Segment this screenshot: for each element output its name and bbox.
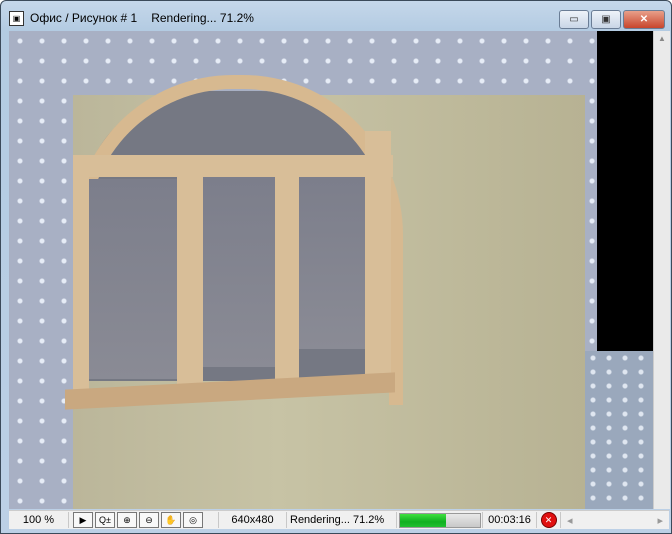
window-mullion	[275, 171, 299, 391]
pan-hand-icon[interactable]: ✋	[161, 512, 181, 528]
zoom-in-icon[interactable]: ⊕	[117, 512, 137, 528]
window-pane	[299, 177, 365, 349]
zoom-level: 100 %	[9, 512, 69, 528]
app-icon: ▣	[9, 10, 24, 26]
unrendered-area	[597, 31, 653, 351]
zoom-fit-icon[interactable]: Q±	[95, 512, 115, 528]
scroll-right-icon[interactable]: ▸	[657, 514, 663, 527]
window-pane	[203, 177, 275, 367]
window-transom	[73, 155, 393, 177]
scroll-up-icon[interactable]: ▲	[654, 31, 670, 47]
floor	[585, 351, 653, 509]
play-icon[interactable]: ▶	[73, 512, 93, 528]
window-pane	[89, 179, 177, 379]
zoom-out-icon[interactable]: ⊖	[139, 512, 159, 528]
title-bar: ▣ Офис / Рисунок # 1 Rendering... 71.2%	[9, 7, 254, 29]
window-title-status: Rendering... 71.2%	[151, 11, 254, 25]
window-frame-right	[365, 131, 391, 391]
window-frame-left	[73, 171, 89, 391]
window-title: Офис / Рисунок # 1	[30, 11, 138, 25]
minimize-button[interactable]: ▭	[559, 10, 589, 29]
vertical-scrollbar[interactable]: ▲	[653, 31, 670, 509]
zoom-window-icon[interactable]: ◎	[183, 512, 203, 528]
close-button[interactable]: ✕	[623, 10, 665, 29]
maximize-button[interactable]: ▣	[591, 10, 621, 29]
resolution: 640x480	[219, 512, 287, 528]
render-status: Rendering... 71.2%	[287, 512, 397, 528]
stop-render-button[interactable]: ✕	[540, 512, 557, 528]
render-progress-bar	[398, 512, 481, 528]
elapsed-time: 00:03:16	[483, 512, 537, 528]
window-mullion	[177, 171, 203, 391]
status-bar: 100 % ▶ Q± ⊕ ⊖ ✋ ◎ 640x480 Rendering... …	[9, 510, 669, 529]
horizontal-scrollbar[interactable]: ◂ ▸	[561, 512, 669, 528]
progress-fill	[399, 513, 446, 527]
render-window: ▣ Офис / Рисунок # 1 Rendering... 71.2% …	[0, 0, 672, 534]
render-canvas	[9, 31, 653, 509]
scroll-left-icon[interactable]: ◂	[567, 514, 573, 527]
